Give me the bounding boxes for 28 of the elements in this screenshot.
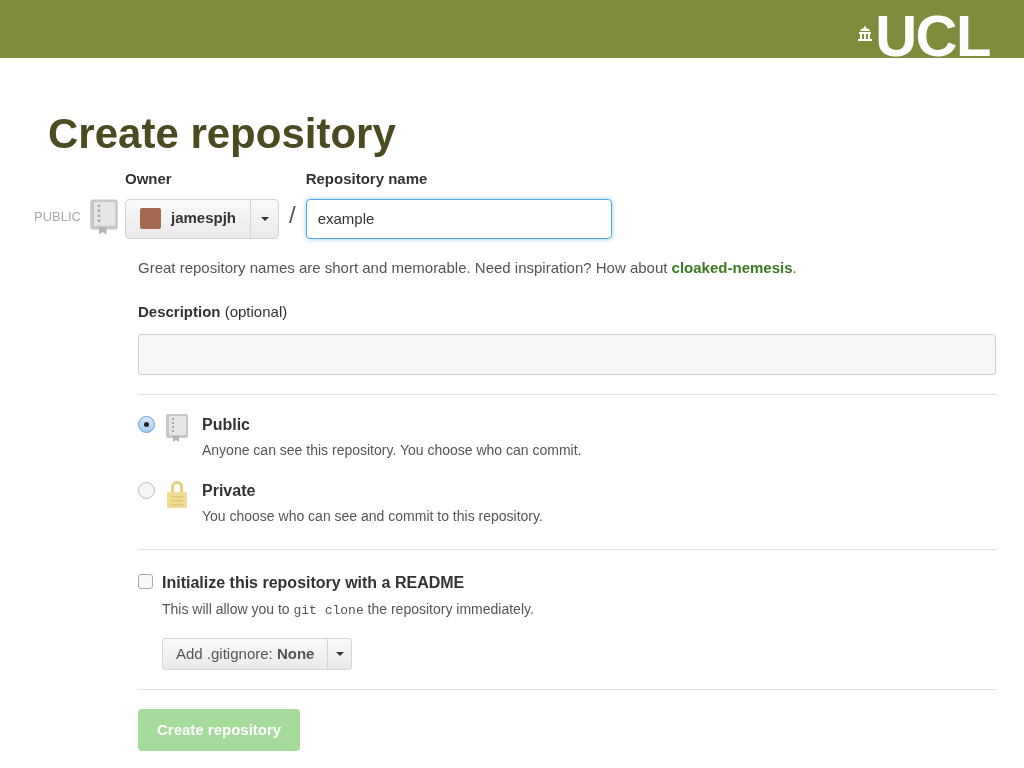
radio-button[interactable] <box>138 481 155 499</box>
option-description: You choose who can see and commit to this repository. <box>202 506 543 526</box>
caret-icon <box>260 216 269 221</box>
visibility-label: PUBLIC <box>34 207 81 226</box>
path-separator: / <box>289 199 296 230</box>
avatar <box>139 208 161 229</box>
caret-icon <box>335 652 344 656</box>
readme-checkbox[interactable] <box>138 573 153 589</box>
logo-text: UCL <box>875 11 990 61</box>
owner-label: Owner <box>124 169 172 189</box>
repository-name-label: Repository name <box>305 169 428 189</box>
option-title: Public <box>202 414 250 435</box>
description-field[interactable] <box>138 333 996 375</box>
radio-button[interactable] <box>138 415 155 433</box>
owner-dropdown[interactable]: jamespjh <box>124 198 279 239</box>
option-title: Private <box>202 480 256 501</box>
name-hint: Great repository names are short and memorable. Need inspiration? How about cloaked-nemesis. <box>138 257 798 278</box>
lock-icon <box>166 478 188 509</box>
option-description: Anyone can see this repository. You choose who can commit. <box>202 440 582 460</box>
repository-name-field[interactable]: example <box>305 198 612 239</box>
readme-title: Initialize this repository with a README <box>162 572 465 593</box>
suggestion-link[interactable]: cloaked-nemesis <box>671 258 793 276</box>
description-label: Description (optional) <box>138 302 288 322</box>
readme-description: This will allow you to git clone the repository immediately. <box>162 599 534 620</box>
building-icon <box>857 25 874 41</box>
gitignore-dropdown[interactable]: Add .gitignore: None <box>162 638 353 670</box>
slide-title: Create repository <box>48 110 396 158</box>
book-icon <box>165 412 189 443</box>
